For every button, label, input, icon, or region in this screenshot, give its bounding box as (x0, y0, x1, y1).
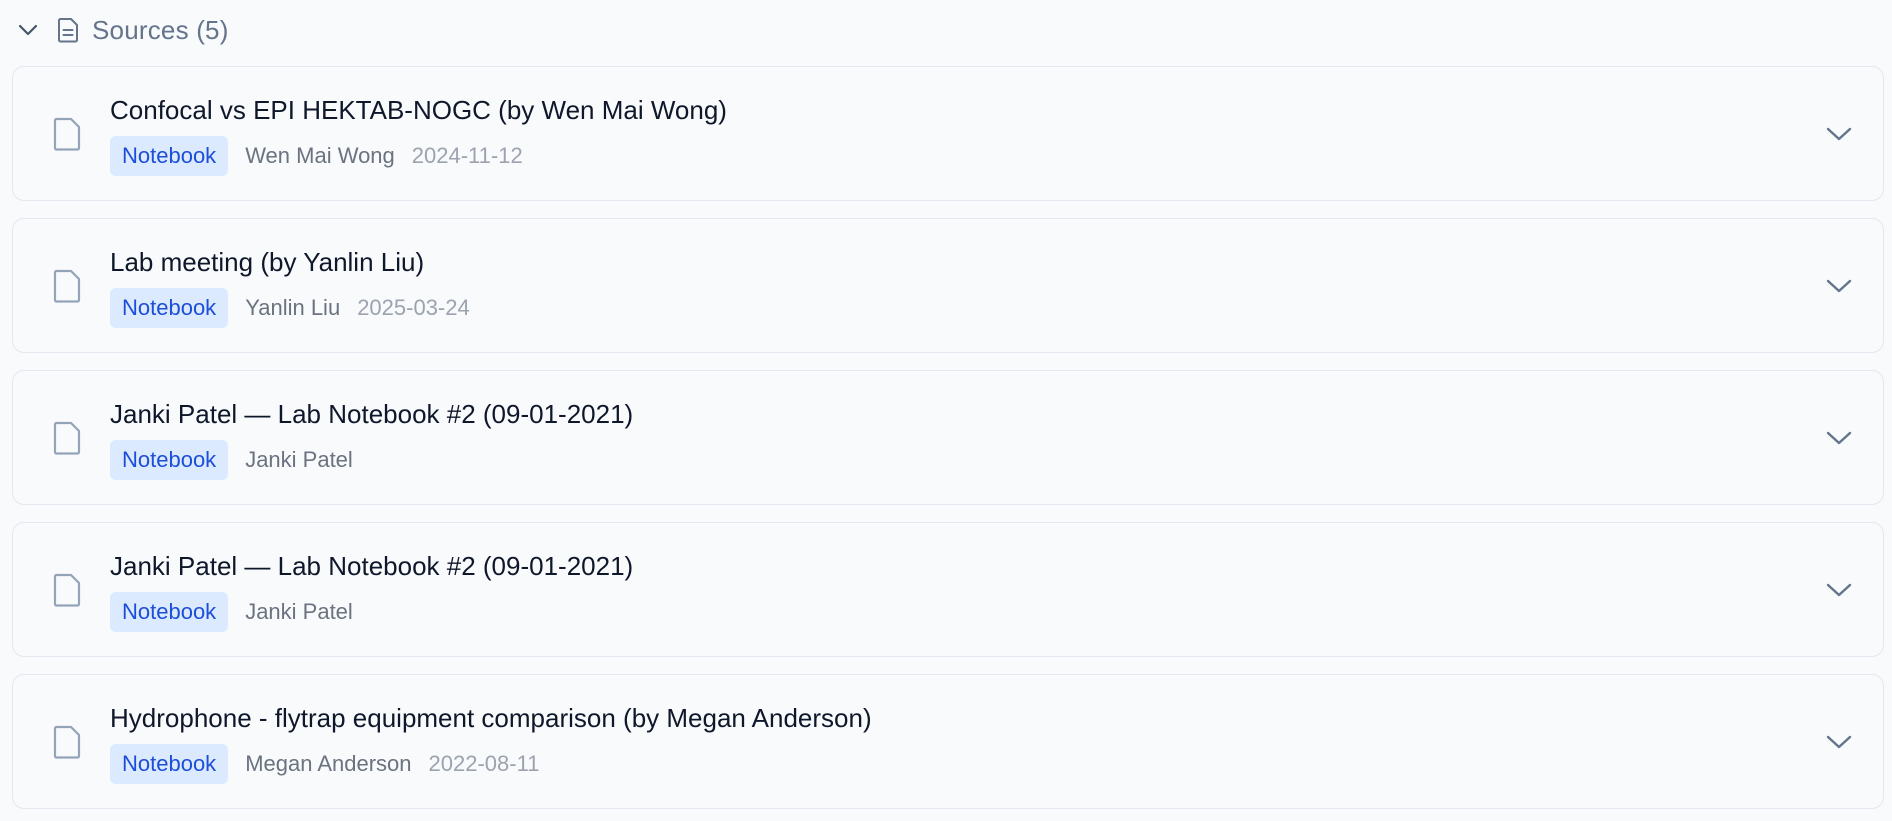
expand-chevron-icon[interactable] (1819, 114, 1859, 154)
source-author: Megan Anderson (245, 751, 412, 776)
source-type-badge: Notebook (110, 744, 229, 784)
expand-chevron-icon[interactable] (1819, 722, 1859, 762)
expand-chevron-icon[interactable] (1819, 266, 1859, 306)
source-card[interactable]: Janki Patel — Lab Notebook #2 (09-01-202… (12, 522, 1884, 657)
source-type-badge: Notebook (110, 440, 229, 480)
source-type-badge: Notebook (110, 136, 229, 176)
source-card[interactable]: Lab meeting (by Yanlin Liu) Notebook Yan… (12, 218, 1884, 353)
source-title: Lab meeting (by Yanlin Liu) (110, 247, 425, 277)
source-date: 2024-11-12 (411, 143, 523, 168)
source-title: Hydrophone - flytrap equipment compariso… (110, 703, 872, 733)
source-author: Wen Mai Wong (245, 143, 395, 168)
source-card[interactable]: Janki Patel — Lab Notebook #2 (09-01-202… (12, 370, 1884, 505)
source-author: Janki Patel (245, 599, 353, 624)
source-author: Yanlin Liu (245, 295, 341, 320)
source-date: 2022-08-11 (428, 751, 540, 776)
expand-chevron-icon[interactable] (1819, 418, 1859, 458)
chevron-down-icon[interactable] (14, 16, 42, 44)
source-card[interactable]: Confocal vs EPI HEKTAB-NOGC (by Wen Mai … (12, 66, 1884, 201)
file-icon (49, 266, 85, 306)
document-text-icon (54, 16, 82, 44)
file-icon (49, 114, 85, 154)
source-title: Janki Patel — Lab Notebook #2 (09-01-202… (110, 551, 634, 581)
source-date: 2025-03-24 (357, 295, 470, 320)
source-card[interactable]: Hydrophone - flytrap equipment compariso… (12, 674, 1884, 809)
file-icon (49, 722, 85, 762)
sources-header-toggle[interactable]: Sources (5) (14, 10, 229, 50)
sources-title: Sources (5) (92, 14, 229, 45)
expand-chevron-icon[interactable] (1819, 570, 1859, 610)
source-title: Confocal vs EPI HEKTAB-NOGC (by Wen Mai … (110, 95, 727, 125)
source-author: Janki Patel (245, 447, 353, 472)
source-type-badge: Notebook (110, 288, 229, 328)
sources-panel: Sources (5) Confocal vs EPI HEKTAB-NOGC … (0, 0, 1892, 821)
file-icon (49, 570, 85, 610)
source-title: Janki Patel — Lab Notebook #2 (09-01-202… (110, 399, 634, 429)
file-icon (49, 418, 85, 458)
sources-list: Confocal vs EPI HEKTAB-NOGC (by Wen Mai … (12, 66, 1884, 821)
source-type-badge: Notebook (110, 592, 229, 632)
